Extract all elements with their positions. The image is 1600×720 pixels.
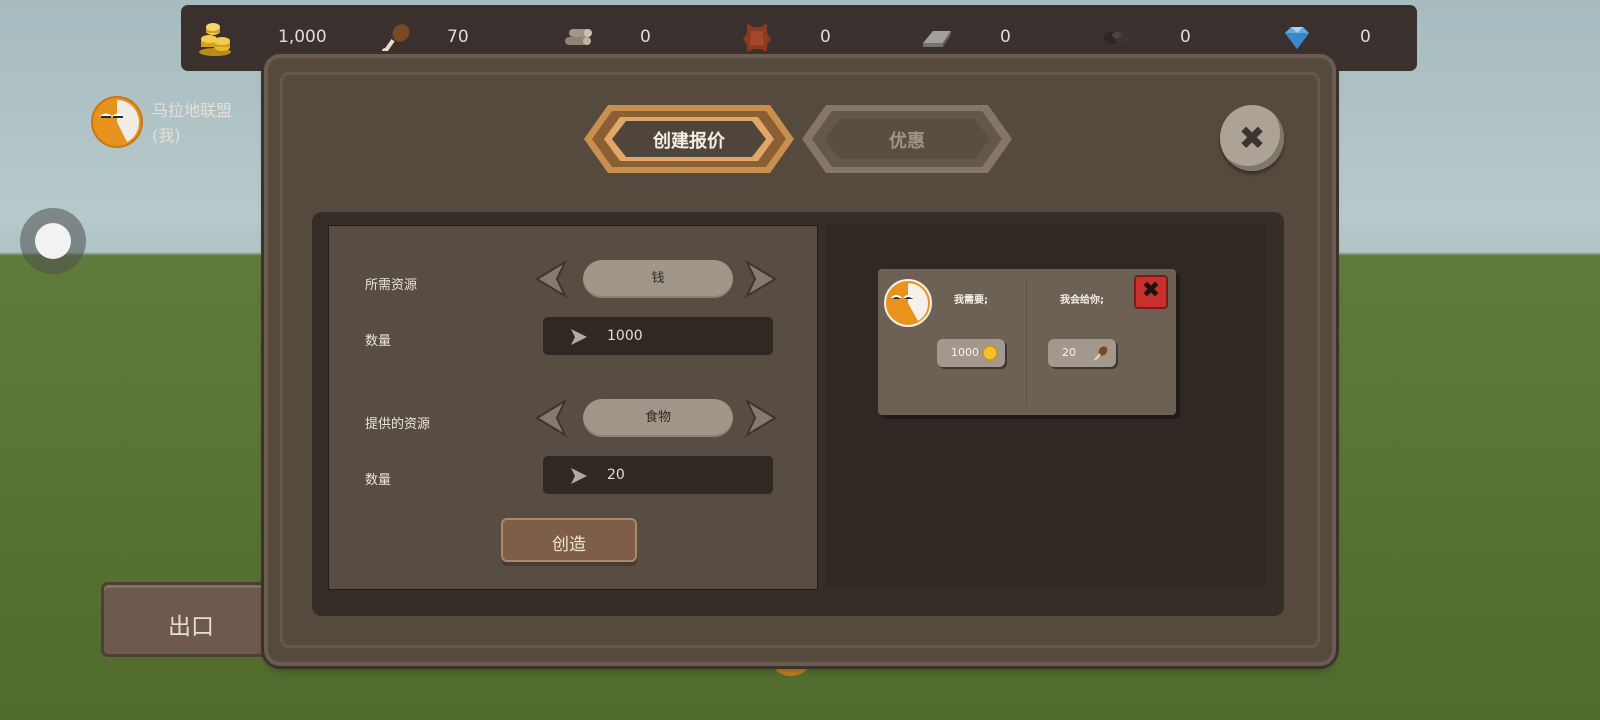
tab-offers-label: 优惠 <box>889 131 925 152</box>
close-icon: ✖ <box>1141 278 1161 303</box>
offered-quantity-input[interactable]: 20 <box>543 456 773 494</box>
offered-resource-label: 提供的资源 <box>365 417 431 432</box>
diamond-count: 0 <box>1360 27 1371 47</box>
iron-ingot-icon <box>923 31 951 47</box>
wood-count: 0 <box>640 27 651 47</box>
virtual-joystick[interactable] <box>20 208 86 274</box>
input-arrow-icon <box>571 468 587 484</box>
offer-need-label: 我需要; <box>954 295 988 306</box>
offered-quantity-label: 数量 <box>365 473 392 488</box>
create-offer-button[interactable]: 创造 <box>501 518 637 562</box>
offer-need-amount: 1000 <box>937 339 1005 367</box>
input-arrow-icon <box>571 329 587 345</box>
coal-icon <box>1104 31 1130 44</box>
diamond-icon <box>1285 27 1309 49</box>
joystick-knob[interactable] <box>35 223 71 259</box>
offered-prev-button[interactable] <box>533 399 569 437</box>
required-prev-button[interactable] <box>533 260 569 298</box>
dialog-content: 所需资源 钱 数量 1000 提供的资源 食物 数量 20 创造 我需要; 我会… <box>312 212 1284 616</box>
required-next-button[interactable] <box>743 260 779 298</box>
required-quantity-value: 1000 <box>607 328 643 344</box>
food-count: 70 <box>447 27 469 47</box>
player-name: 马拉地联盟 (我) <box>152 98 232 148</box>
create-offer-button-label: 创造 <box>552 535 586 555</box>
player-face-icon <box>100 100 140 142</box>
gold-coins-icon <box>199 23 231 56</box>
offer-owner-avatar <box>884 279 932 327</box>
tab-offers[interactable]: 优惠 <box>802 103 1012 175</box>
wood-logs-icon <box>565 29 592 45</box>
need-amount-value: 1000 <box>951 346 979 359</box>
exit-button[interactable]: 出口 <box>101 582 281 657</box>
offer-card: 我需要; 我会给你; ✖ 1000 20 <box>878 269 1176 415</box>
tab-create-offer[interactable]: 创建报价 <box>584 103 794 175</box>
iron-count: 0 <box>1000 27 1011 47</box>
exit-button-label: 出口 <box>168 614 214 640</box>
leather-hide-icon <box>743 23 771 53</box>
give-amount-value: 20 <box>1062 346 1076 359</box>
required-resource-label: 所需资源 <box>365 278 418 293</box>
tab-create-offer-label: 创建报价 <box>653 131 725 152</box>
required-resource-select[interactable]: 钱 <box>583 260 733 298</box>
close-icon: ✖ <box>1238 119 1266 157</box>
offered-resource-select[interactable]: 食物 <box>583 399 733 437</box>
player-self-tag: (我) <box>152 126 181 145</box>
required-quantity-label: 数量 <box>365 334 392 349</box>
meat-drumstick-icon <box>1094 346 1108 361</box>
trade-dialog: 创建报价 优惠 ✖ 所需资源 钱 数量 1000 提供的资源 食物 数量 20 … <box>268 58 1332 662</box>
gold-count: 1,000 <box>278 27 327 47</box>
coal-count: 0 <box>1180 27 1191 47</box>
player-avatar[interactable] <box>91 96 143 148</box>
owner-face-icon <box>891 283 929 321</box>
offered-quantity-value: 20 <box>607 467 625 483</box>
create-offer-form: 所需资源 钱 数量 1000 提供的资源 食物 数量 20 创造 <box>328 225 818 590</box>
close-dialog-button[interactable]: ✖ <box>1220 105 1284 171</box>
leather-count: 0 <box>820 27 831 47</box>
meat-drumstick-icon <box>382 24 410 54</box>
required-quantity-input[interactable]: 1000 <box>543 317 773 355</box>
offer-give-label: 我会给你; <box>1060 295 1104 306</box>
player-name-text: 马拉地联盟 <box>152 101 233 120</box>
offered-next-button[interactable] <box>743 399 779 437</box>
offer-preview-panel: 我需要; 我会给你; ✖ 1000 20 <box>826 225 1266 588</box>
remove-offer-button[interactable]: ✖ <box>1134 275 1168 309</box>
card-divider <box>1026 277 1027 405</box>
gold-coin-icon <box>982 345 998 361</box>
offer-give-amount: 20 <box>1048 339 1116 367</box>
